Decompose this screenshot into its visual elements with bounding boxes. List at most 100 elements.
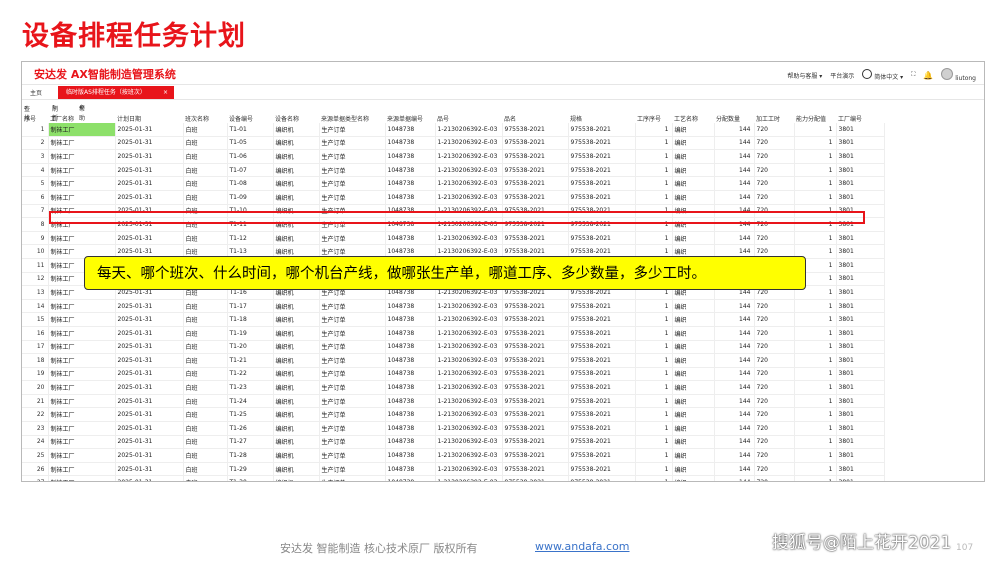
cell-cap[interactable]: 1 (794, 435, 837, 450)
cell-factory[interactable]: 制袜工厂 (48, 435, 116, 450)
table-row[interactable]: 5 制袜工厂 2025-01-31 白班 T1-08 编织机 生产订单 1048738 1-21… (22, 176, 885, 191)
table-row[interactable]: 26 制袜工厂 2025-01-31 白班 T1-29 编织机 生产订单 1048738 1-2… (22, 462, 885, 477)
cell-cap[interactable]: 1 (794, 394, 837, 409)
column-header[interactable]: 计划日期 (115, 114, 183, 123)
cell-item-no[interactable]: 1-2130206392-E-03 (435, 353, 503, 368)
cell-equip-no[interactable]: T1-05 (227, 136, 274, 151)
cell-item-name[interactable]: 975538-2021 (502, 136, 569, 151)
cell-process[interactable]: 编织 (672, 326, 715, 341)
cell-factory-no[interactable]: 3801 (836, 394, 885, 409)
cell-spec[interactable]: 975538-2021 (568, 190, 636, 205)
cell-cap[interactable]: 1 (794, 176, 837, 191)
cell-item-no[interactable]: 1-2130206392-E-03 (435, 380, 503, 395)
cell-factory[interactable]: 制袜工厂 (48, 123, 116, 137)
cell-factory[interactable]: 制袜工厂 (48, 367, 116, 382)
cell-factory-no[interactable]: 3801 (836, 421, 885, 436)
cell-equip-name[interactable]: 编织机 (273, 462, 320, 477)
cell-qty[interactable]: 144 (714, 475, 755, 481)
cell-factory[interactable]: 制袜工厂 (48, 462, 116, 477)
cell-equip-no[interactable]: T1-29 (227, 462, 274, 477)
column-header[interactable]: 品名 (502, 114, 568, 123)
cell-date[interactable]: 2025-01-31 (115, 380, 184, 395)
cell-hours[interactable]: 720 (754, 407, 795, 423)
cell-factory-no[interactable]: 3801 (836, 367, 885, 382)
cell-factory-no[interactable]: 3801 (836, 435, 885, 450)
cell-equip-no[interactable]: T1-24 (227, 394, 274, 409)
cell-item-no[interactable]: 1-2130206392-E-03 (435, 407, 503, 423)
cell-item-name[interactable]: 975538-2021 (502, 123, 569, 137)
cell-cap[interactable]: 1 (794, 353, 837, 368)
cell-shift[interactable]: 白班 (183, 475, 228, 481)
cell-item-name[interactable]: 975538-2021 (502, 407, 569, 423)
cell-hours[interactable]: 720 (754, 475, 795, 481)
help-menu[interactable]: 帮助与客服 ▾ (787, 71, 822, 80)
cell-item-name[interactable]: 975538-2021 (502, 380, 569, 395)
cell-spec[interactable]: 975538-2021 (568, 435, 636, 450)
tab-home[interactable]: 主页 (30, 88, 42, 97)
cell-src-type[interactable]: 生产订单 (319, 190, 386, 205)
cell-spec[interactable]: 975538-2021 (568, 462, 636, 477)
cell-item-name[interactable]: 975538-2021 (502, 163, 569, 178)
table-row[interactable]: 2 制袜工厂 2025-01-31 白班 T1-05 编织机 生产订单 1048738 1-21… (22, 136, 885, 151)
cell-src-type[interactable]: 生产订单 (319, 353, 386, 368)
cell-equip-no[interactable]: T1-27 (227, 435, 274, 450)
cell-process[interactable]: 编织 (672, 407, 715, 423)
demo-link[interactable]: 平台演示 (830, 71, 854, 80)
cell-hours[interactable]: 720 (754, 149, 795, 164)
column-header[interactable]: 设备名称 (273, 114, 319, 123)
cell-src-type[interactable]: 生产订单 (319, 123, 386, 137)
cell-src-no[interactable]: 1048738 (385, 367, 436, 382)
cell-spec[interactable]: 975538-2021 (568, 475, 636, 481)
cell-qty[interactable]: 144 (714, 340, 755, 355)
cell-item-name[interactable]: 975538-2021 (502, 421, 569, 436)
cell-hours[interactable]: 720 (754, 367, 795, 382)
cell-op-seq[interactable]: 1 (635, 394, 673, 409)
cell-factory-no[interactable]: 3801 (836, 176, 885, 191)
cell-factory[interactable]: 制袜工厂 (48, 475, 116, 481)
cell-qty[interactable]: 144 (714, 136, 755, 151)
cell-factory[interactable]: 制袜工厂 (48, 448, 116, 463)
cell-cap[interactable]: 1 (794, 462, 837, 477)
cell-date[interactable]: 2025-01-31 (115, 326, 184, 341)
cell-cap[interactable]: 1 (794, 123, 837, 137)
cell-qty[interactable]: 144 (714, 353, 755, 368)
column-header[interactable]: 工序序号 (635, 114, 672, 123)
cell-equip-no[interactable]: T1-23 (227, 380, 274, 395)
cell-op-seq[interactable]: 1 (635, 163, 673, 178)
cell-equip-name[interactable]: 编织机 (273, 299, 320, 314)
cell-qty[interactable]: 144 (714, 380, 755, 395)
cell-op-seq[interactable]: 1 (635, 462, 673, 477)
cell-item-no[interactable]: 1-2130206392-E-03 (435, 136, 503, 151)
cell-date[interactable]: 2025-01-31 (115, 163, 184, 178)
cell-spec[interactable]: 975538-2021 (568, 448, 636, 463)
cell-src-type[interactable]: 生产订单 (319, 462, 386, 477)
cell-qty[interactable]: 144 (714, 407, 755, 423)
cell-factory[interactable]: 制袜工厂 (48, 163, 116, 178)
cell-shift[interactable]: 白班 (183, 149, 228, 164)
cell-equip-no[interactable]: T1-08 (227, 176, 274, 191)
cell-spec[interactable]: 975538-2021 (568, 407, 636, 423)
cell-item-no[interactable]: 1-2130206392-E-03 (435, 475, 503, 481)
cell-equip-name[interactable]: 编织机 (273, 407, 320, 423)
table-row[interactable]: 9 制袜工厂 2025-01-31 白班 T1-12 编织机 生产订单 1048738 1-21… (22, 231, 885, 246)
cell-item-name[interactable]: 975538-2021 (502, 435, 569, 450)
cell-src-no[interactable]: 1048738 (385, 176, 436, 191)
cell-process[interactable]: 编织 (672, 299, 715, 314)
cell-hours[interactable]: 720 (754, 462, 795, 477)
cell-factory[interactable]: 制袜工厂 (48, 299, 116, 314)
cell-date[interactable]: 2025-01-31 (115, 176, 184, 191)
cell-cap[interactable]: 1 (794, 190, 837, 205)
cell-equip-name[interactable]: 编织机 (273, 367, 320, 382)
cell-src-type[interactable]: 生产订单 (319, 394, 386, 409)
cell-date[interactable]: 2025-01-31 (115, 475, 184, 481)
cell-qty[interactable]: 144 (714, 326, 755, 341)
cell-equip-no[interactable]: T1-07 (227, 163, 274, 178)
table-row[interactable]: 4 制袜工厂 2025-01-31 白班 T1-07 编织机 生产订单 1048738 1-21… (22, 163, 885, 178)
cell-equip-no[interactable]: T1-12 (227, 231, 274, 246)
cell-qty[interactable]: 144 (714, 448, 755, 463)
cell-process[interactable]: 编织 (672, 312, 715, 327)
cell-factory[interactable]: 制袜工厂 (48, 312, 116, 327)
cell-factory-no[interactable]: 3801 (836, 149, 885, 164)
cell-factory-no[interactable]: 3801 (836, 123, 885, 137)
cell-op-seq[interactable]: 1 (635, 190, 673, 205)
